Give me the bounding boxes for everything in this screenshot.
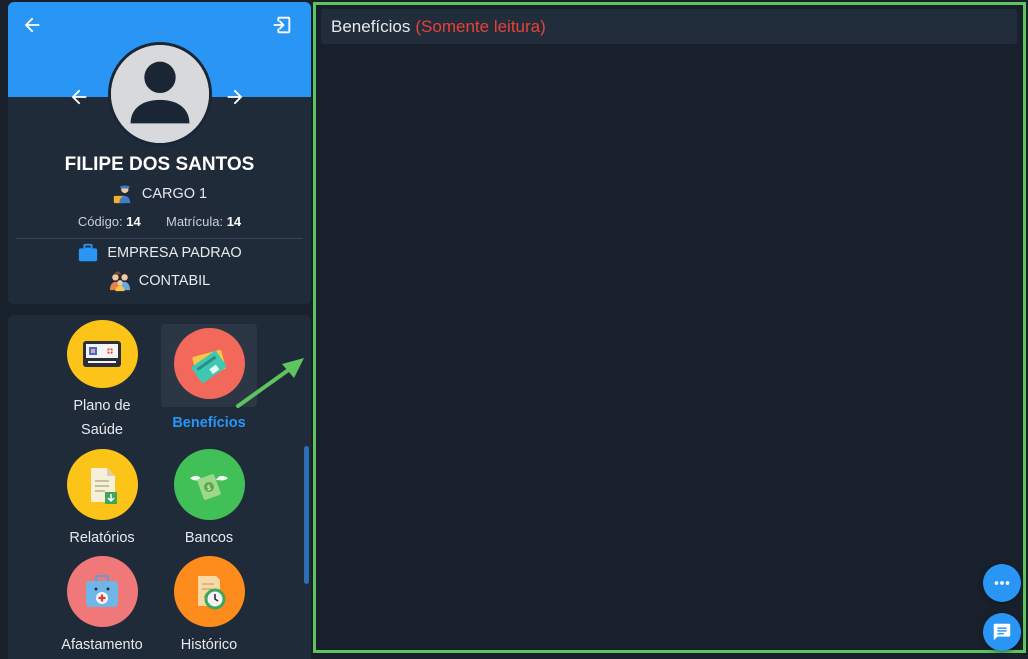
menu-label: Plano de Saúde <box>73 398 131 438</box>
matricula-label: Matrícula: <box>165 214 224 229</box>
annotation-arrow-icon <box>236 358 304 408</box>
departamento-row: CONTABIL <box>8 270 311 292</box>
profile-card: FILIPE DOS SANTOS CARGO 1 Código: 14 Mat… <box>8 2 311 304</box>
more-options-button[interactable] <box>983 564 1021 602</box>
employee-name: FILIPE DOS SANTOS <box>64 154 255 175</box>
cargo-row: CARGO 1 <box>8 183 311 205</box>
back-arrow-icon[interactable] <box>19 12 45 38</box>
codigo-label: Código: <box>77 214 123 229</box>
matricula-value: 14 <box>226 214 242 229</box>
cargo-label: CARGO 1 <box>141 186 208 202</box>
menu-label: Afastamento <box>61 637 143 653</box>
employee-codes: Código: 14 Matrícula: 14 <box>8 214 311 229</box>
menu-label-active[interactable]: Benefícios <box>161 411 257 435</box>
content-area: Benefícios (Somente leitura) <box>313 2 1026 653</box>
chat-button[interactable] <box>983 613 1021 651</box>
menu-label: Relatórios <box>69 530 135 546</box>
next-employee-arrow-icon[interactable] <box>222 84 248 110</box>
avatar <box>108 42 212 146</box>
empresa-label: EMPRESA PADRAO <box>107 245 242 261</box>
divider <box>16 238 303 239</box>
worker-icon <box>112 183 134 205</box>
menu-item-plano-de-saude[interactable]: Plano de Saúde <box>54 316 150 442</box>
previous-employee-arrow-icon[interactable] <box>66 84 92 110</box>
menu-label: Histórico <box>180 637 238 653</box>
departamento-label: CONTABIL <box>138 273 211 289</box>
more-dots-icon <box>994 581 1010 585</box>
logout-icon[interactable] <box>269 12 295 38</box>
menu-item-relatorios[interactable]: Relatórios <box>54 445 150 550</box>
readonly-badge: (Somente leitura) <box>415 16 546 36</box>
briefcase-icon <box>77 242 99 264</box>
menu-label: Bancos <box>184 530 234 546</box>
menu-scrollbar[interactable] <box>304 446 309 584</box>
menu-item-afastamento[interactable]: Afastamento <box>54 552 150 659</box>
content-header: Benefícios (Somente leitura) <box>321 9 1017 44</box>
svg-text:$: $ <box>207 484 211 492</box>
money-wings-icon: $ <box>173 449 245 520</box>
user-silhouette-icon <box>111 45 209 143</box>
menu-item-historico[interactable]: Histórico <box>161 552 257 659</box>
report-download-icon <box>66 449 138 520</box>
codigo-value: 14 <box>126 214 141 229</box>
empresa-row: EMPRESA PADRAO <box>8 242 311 264</box>
menu-item-bancos[interactable]: $ Bancos <box>161 445 257 550</box>
page-title: Benefícios <box>331 16 411 36</box>
chat-icon <box>993 623 1011 641</box>
history-clock-icon <box>173 556 245 627</box>
people-group-icon <box>109 270 131 292</box>
first-aid-kit-icon <box>66 556 138 627</box>
health-card-icon <box>66 320 138 388</box>
